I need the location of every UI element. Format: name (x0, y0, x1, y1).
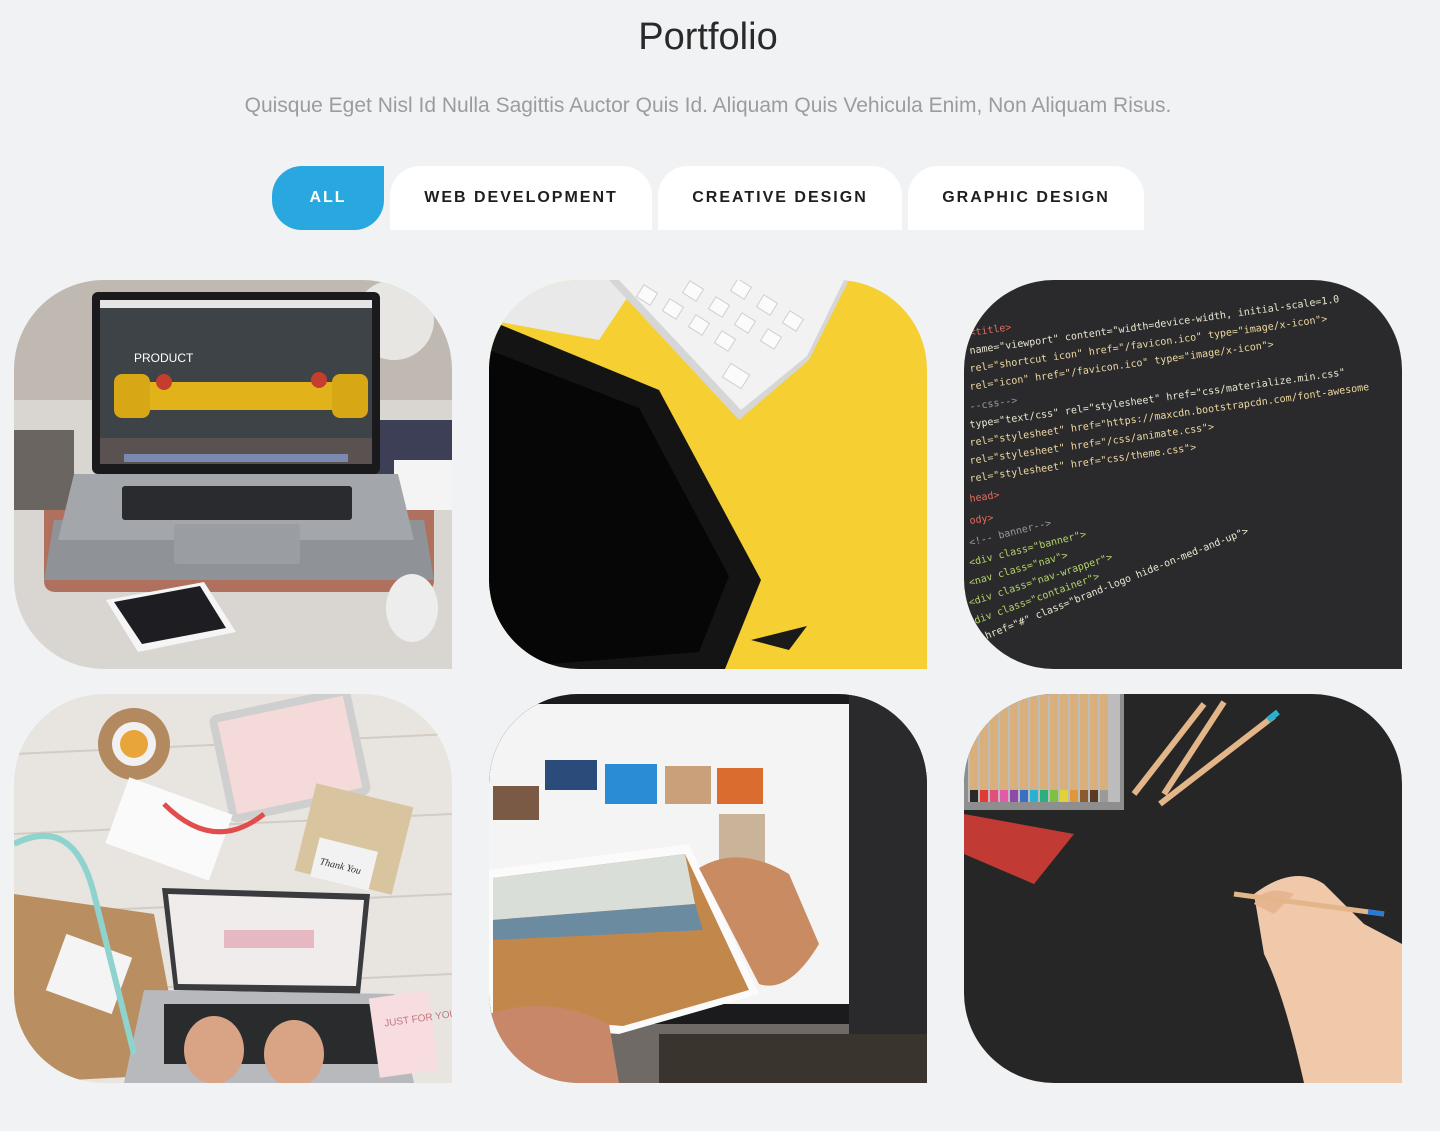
portfolio-item-photo-print[interactable] (489, 694, 927, 1083)
portfolio-item-keyboard-tablet[interactable] (489, 280, 927, 669)
page-title: Portfolio (638, 16, 778, 58)
portfolio-item-desk-gifts[interactable]: Thank You JUST FOR YOU (14, 694, 452, 1083)
portfolio-item-code-screen[interactable]: <title> name="viewport" content="width=d… (964, 280, 1402, 669)
code-screen-image: <title> name="viewport" content="width=d… (964, 280, 1402, 669)
desk-gifts-image: Thank You JUST FOR YOU (14, 694, 452, 1083)
photo-print-image (489, 694, 927, 1083)
filter-creative-design-button[interactable]: CREATIVE DESIGN (658, 166, 902, 230)
keyboard-tablet-image (489, 280, 927, 669)
filter-all-button[interactable]: ALL (272, 166, 384, 230)
page-subtitle: Quisque Eget Nisl Id Nulla Sagittis Auct… (244, 94, 1172, 117)
pencils-desk-image (964, 694, 1402, 1083)
portfolio-section: Portfolio Quisque Eget Nisl Id Nulla Sag… (0, 0, 1440, 1131)
filter-web-development-button[interactable]: WEB DEVELOPMENT (390, 166, 652, 230)
portfolio-item-pencils[interactable] (964, 694, 1402, 1083)
portfolio-item-laptop-website[interactable]: PRODUCT (14, 280, 452, 669)
screen-product-text: PRODUCT (134, 351, 194, 365)
code-line: <ul> (967, 648, 993, 667)
laptop-website-image: PRODUCT (14, 280, 452, 669)
filter-graphic-design-button[interactable]: GRAPHIC DESIGN (908, 166, 1144, 230)
